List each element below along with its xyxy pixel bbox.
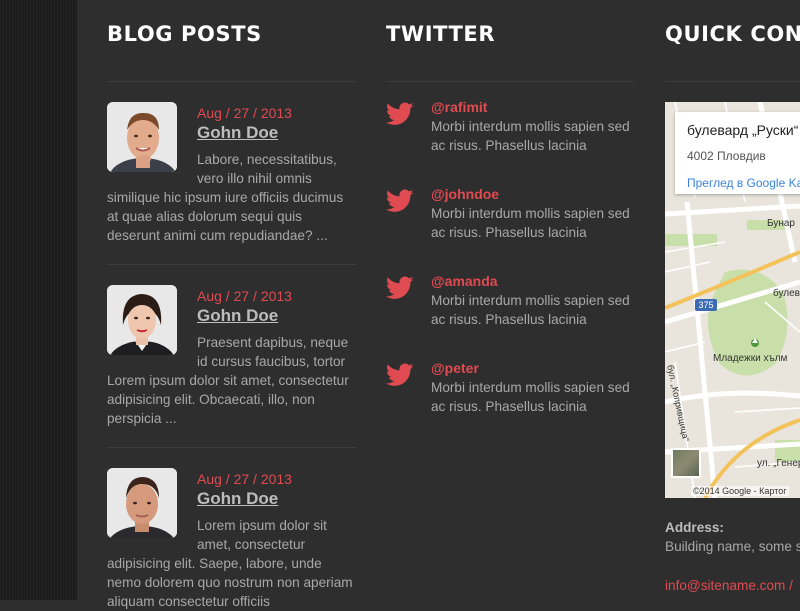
map-label-park: Младежки хълм xyxy=(713,353,788,364)
post-divider xyxy=(107,264,356,265)
contact-email-link[interactable]: info@sitename.com / xyxy=(665,578,793,593)
map-copyright: ©2014 Google - Картог xyxy=(691,486,789,496)
twitter-bird-icon xyxy=(386,189,414,212)
map-place-name: булевард „Руски“ xyxy=(687,122,799,138)
map-info-card: булевард „Руски“ 4002 Пловдив Преглед в … xyxy=(675,112,800,194)
twitter-bird-icon xyxy=(386,276,414,299)
twitter-bird-icon xyxy=(386,102,414,125)
address-value: Building name, some s xyxy=(665,539,800,554)
twitter-title: TWITTER xyxy=(386,22,496,46)
google-map[interactable]: булевард „Руски“ 4002 Пловдив Преглед в … xyxy=(665,102,800,498)
map-postal-address: 4002 Пловдив xyxy=(687,149,766,163)
post-divider xyxy=(107,447,356,448)
post-date: Aug / 27 / 2013 xyxy=(197,288,292,304)
tweet-handle-link[interactable]: @johndoe xyxy=(431,186,499,202)
quick-contact-section: QUICK CONT xyxy=(665,0,800,600)
tweet-handle-link[interactable]: @rafimit xyxy=(431,99,487,115)
post-author-link[interactable]: Gohn Doe xyxy=(197,123,278,143)
post-date: Aug / 27 / 2013 xyxy=(197,105,292,121)
address-label: Address: xyxy=(665,520,724,535)
map-label-bunar: Бунар xyxy=(767,218,795,229)
post-author-link[interactable]: Gohn Doe xyxy=(197,489,278,509)
post-excerpt: Lorem ipsum dolor sit amet, consectetur … xyxy=(107,516,358,611)
tweet-handle-link[interactable]: @amanda xyxy=(431,273,498,289)
blog-posts-title: BLOG POSTS xyxy=(107,22,262,46)
road-number-badge: 375 xyxy=(695,299,717,311)
satellite-view-toggle[interactable] xyxy=(671,448,701,478)
post-excerpt: Praesent dapibus, neque id cursus faucib… xyxy=(107,333,358,428)
post-date: Aug / 27 / 2013 xyxy=(197,471,292,487)
map-label-ul: ул. „Генер xyxy=(757,458,800,469)
post-excerpt: Labore, necessitatibus, vero illo nihil … xyxy=(107,150,358,245)
map-label-bulv: булев xyxy=(773,288,800,299)
left-texture-strip xyxy=(0,0,77,600)
tweet-text: Morbi interdum mollis sapien sed ac risu… xyxy=(431,380,630,414)
tweet-text: Morbi interdum mollis sapien sed ac risu… xyxy=(431,206,630,240)
view-in-google-maps-link[interactable]: Преглед в Google Ka xyxy=(687,176,800,190)
tweet-text: Morbi interdum mollis sapien sed ac risu… xyxy=(431,293,630,327)
tweet-text: Morbi interdum mollis sapien sed ac risu… xyxy=(431,119,630,153)
twitter-title-divider xyxy=(386,81,634,82)
quick-contact-title: QUICK CONT xyxy=(665,22,800,46)
tweet-handle-link[interactable]: @peter xyxy=(431,360,479,376)
contact-title-divider xyxy=(665,81,800,82)
blog-title-divider xyxy=(107,81,356,82)
post-author-link[interactable]: Gohn Doe xyxy=(197,306,278,326)
twitter-bird-icon xyxy=(386,363,414,386)
